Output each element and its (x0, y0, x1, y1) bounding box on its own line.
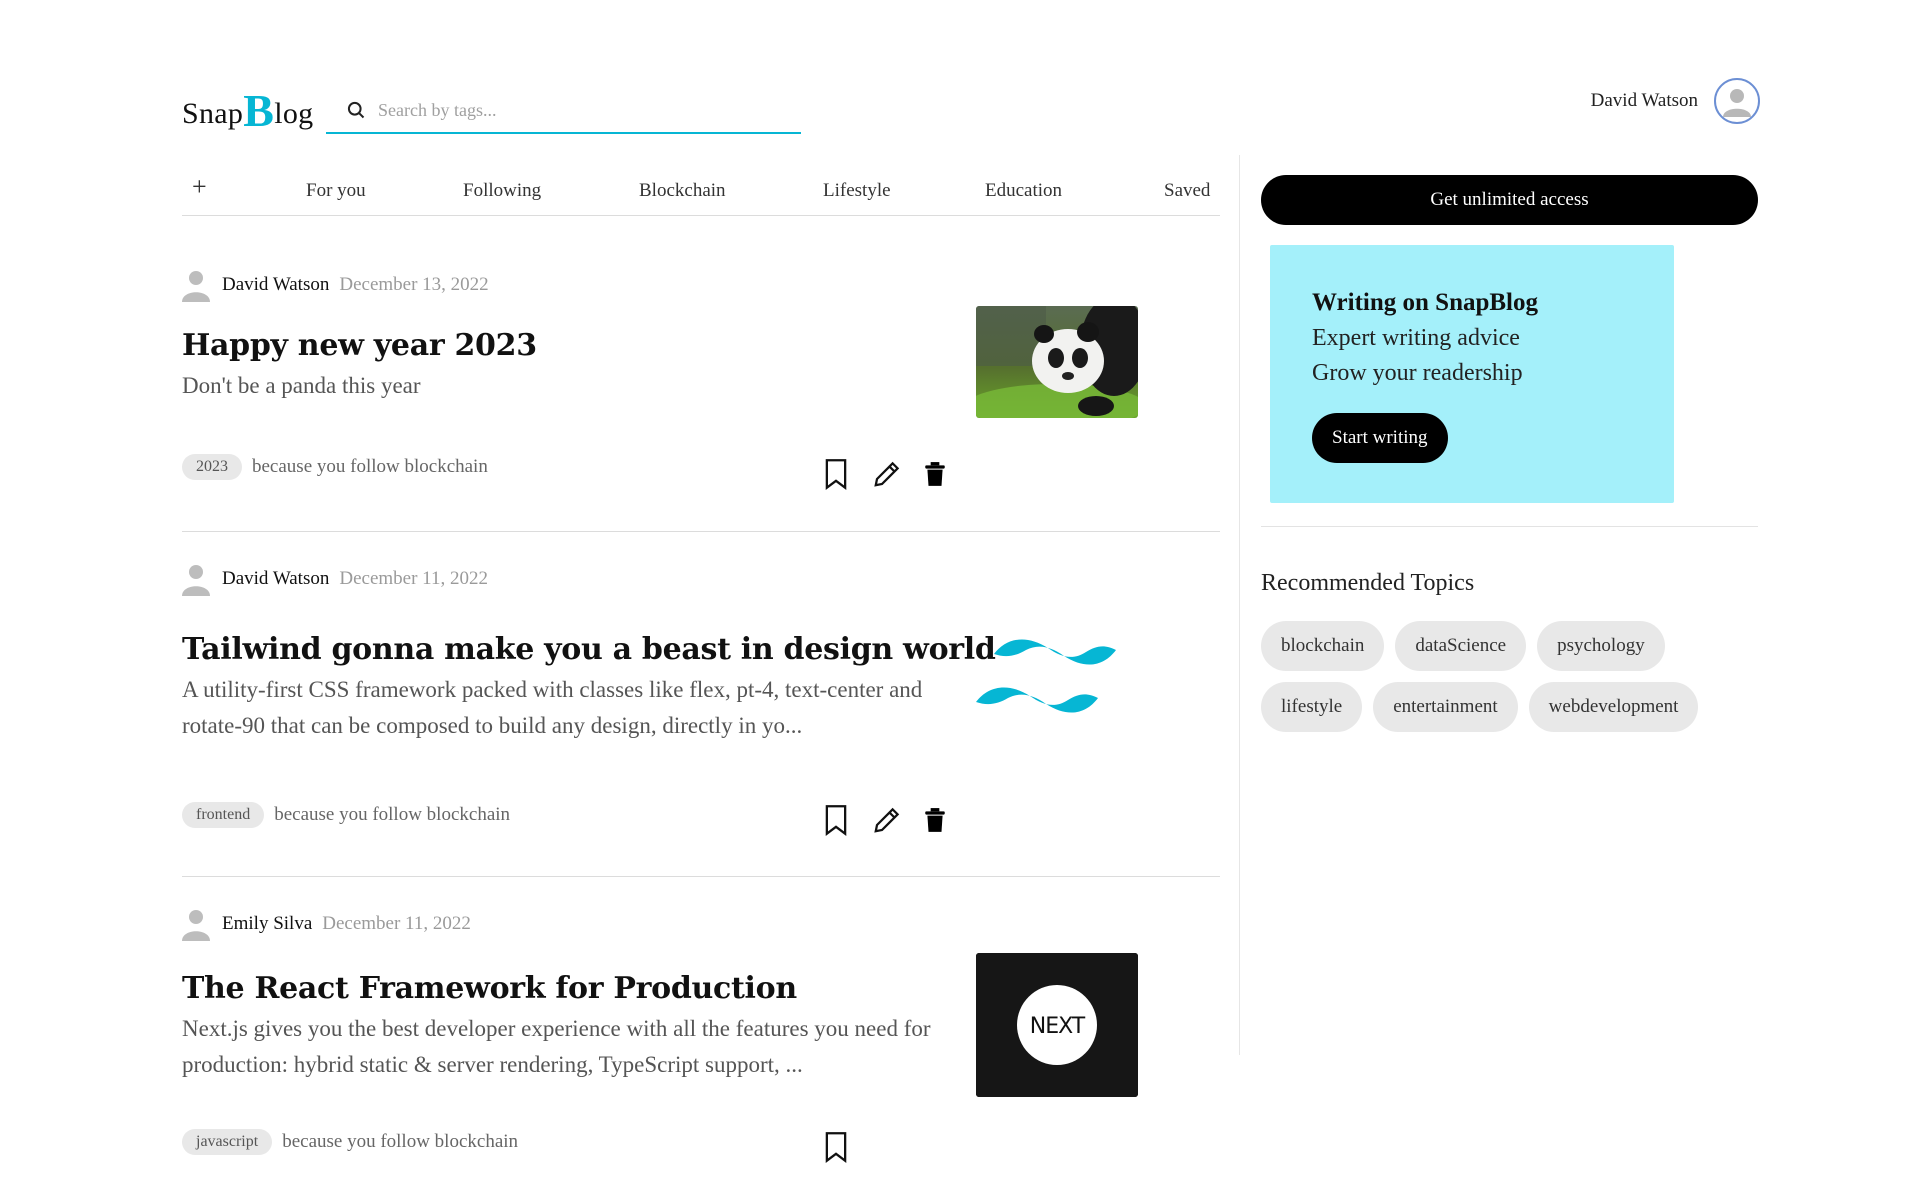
author-avatar-icon (182, 910, 210, 941)
svg-text:NEXT: NEXT (1030, 1014, 1086, 1039)
post-title[interactable]: Happy new year 2023 (182, 328, 537, 363)
promo-heading: Writing on SnapBlog (1312, 289, 1539, 316)
post-reason: because you follow blockchain (252, 456, 488, 477)
post-subtitle: Don't be a panda this year (182, 373, 421, 398)
post-actions (822, 804, 968, 836)
add-tab-button[interactable]: + (192, 172, 207, 202)
search-icon (347, 101, 365, 119)
tailwind-logo-image (976, 639, 1116, 713)
author-avatar-icon (182, 271, 210, 302)
search-bar (326, 88, 801, 134)
logo-log: log (274, 97, 314, 130)
topic-chip-blockchain[interactable]: blockchain (1261, 621, 1385, 671)
post-author[interactable]: Emily Silva (222, 913, 312, 935)
post-card[interactable]: David Watson December 13, 2022 Happy new… (182, 216, 1220, 532)
post-thumbnail[interactable] (976, 306, 1138, 418)
start-writing-button[interactable]: Start writing (1312, 413, 1448, 463)
logo-b: B (243, 85, 275, 136)
get-unlimited-access-button[interactable]: Get unlimited access (1261, 175, 1758, 225)
tab-following[interactable]: Following (463, 180, 541, 202)
post-actions (822, 1131, 872, 1163)
trash-icon[interactable] (924, 461, 946, 487)
logo-snap: Snap (182, 97, 244, 130)
topic-chip-datascience[interactable]: dataScience (1395, 621, 1527, 671)
user-menu[interactable]: David Watson (1591, 78, 1760, 124)
column-divider (1239, 155, 1240, 1055)
post-thumbnail[interactable] (976, 634, 1138, 730)
tab-blockchain[interactable]: Blockchain (639, 180, 726, 202)
tab-lifestyle[interactable]: Lifestyle (823, 180, 891, 202)
post-title[interactable]: Tailwind gonna make you a beast in desig… (182, 632, 996, 667)
author-avatar-icon (182, 565, 210, 596)
post-date: December 11, 2022 (339, 568, 488, 589)
tab-bar: + For you Following Blockchain Lifestyle… (182, 172, 1220, 216)
tab-education[interactable]: Education (985, 180, 1062, 202)
post-author[interactable]: David Watson (222, 274, 329, 296)
post-meta: David Watson December 11, 2022 (182, 562, 488, 596)
trash-icon[interactable] (924, 807, 946, 833)
post-reason: because you follow blockchain (274, 804, 511, 825)
bookmark-icon[interactable] (822, 458, 850, 490)
post-subtitle: A utility-first CSS framework packed wit… (182, 677, 923, 738)
topic-chip-psychology[interactable]: psychology (1537, 621, 1665, 671)
topic-chip-entertainment[interactable]: entertainment (1373, 682, 1518, 732)
edit-icon[interactable] (872, 805, 902, 835)
post-title[interactable]: The React Framework for Production (182, 971, 797, 1006)
post-actions (822, 458, 968, 490)
post-thumbnail[interactable]: NEXT (976, 953, 1138, 1097)
post-date: December 13, 2022 (339, 274, 489, 295)
bookmark-icon[interactable] (822, 1131, 850, 1163)
post-tag[interactable]: javascript (182, 1129, 273, 1155)
sidebar-divider (1261, 526, 1758, 527)
topic-chip-lifestyle[interactable]: lifestyle (1261, 682, 1363, 732)
avatar[interactable] (1714, 78, 1760, 124)
post-footer: javascript because you follow blockchain (182, 1129, 518, 1155)
logo[interactable]: SnapBlog (182, 84, 313, 137)
panda-image (976, 306, 1138, 418)
edit-icon[interactable] (872, 459, 902, 489)
post-card[interactable]: Emily Silva December 11, 2022 The React … (182, 877, 1220, 1196)
user-icon (1723, 89, 1751, 117)
post-date: December 11, 2022 (322, 913, 471, 934)
post-footer: 2023 because you follow blockchain (182, 454, 488, 480)
post-subtitle: Next.js gives you the best developer exp… (182, 1016, 931, 1077)
user-name: David Watson (1590, 90, 1698, 111)
promo-line: Expert writing advice (1312, 325, 1520, 351)
promo-line: Grow your readership (1312, 360, 1523, 386)
nextjs-logo-image: NEXT (976, 953, 1138, 1097)
writing-promo-card: Writing on SnapBlog Expert writing advic… (1270, 245, 1674, 503)
topic-chip-webdevelopment[interactable]: webdevelopment (1528, 682, 1699, 732)
post-tag[interactable]: frontend (182, 802, 265, 828)
post-footer: frontend because you follow blockchain (182, 802, 510, 828)
post-author[interactable]: David Watson (222, 568, 329, 590)
post-meta: David Watson December 13, 2022 (182, 268, 489, 302)
post-reason: because you follow blockchain (282, 1131, 519, 1152)
tab-for-you[interactable]: For you (306, 180, 366, 202)
bookmark-icon[interactable] (822, 804, 850, 836)
tab-saved[interactable]: Saved (1164, 180, 1210, 202)
recommended-topics-title: Recommended Topics (1261, 570, 1475, 596)
topic-chip-list: blockchain dataScience psychology lifest… (1261, 621, 1758, 732)
post-meta: Emily Silva December 11, 2022 (182, 907, 471, 941)
search-input[interactable] (378, 99, 778, 121)
post-tag[interactable]: 2023 (182, 454, 242, 480)
post-card[interactable]: David Watson December 11, 2022 Tailwind … (182, 532, 1220, 877)
